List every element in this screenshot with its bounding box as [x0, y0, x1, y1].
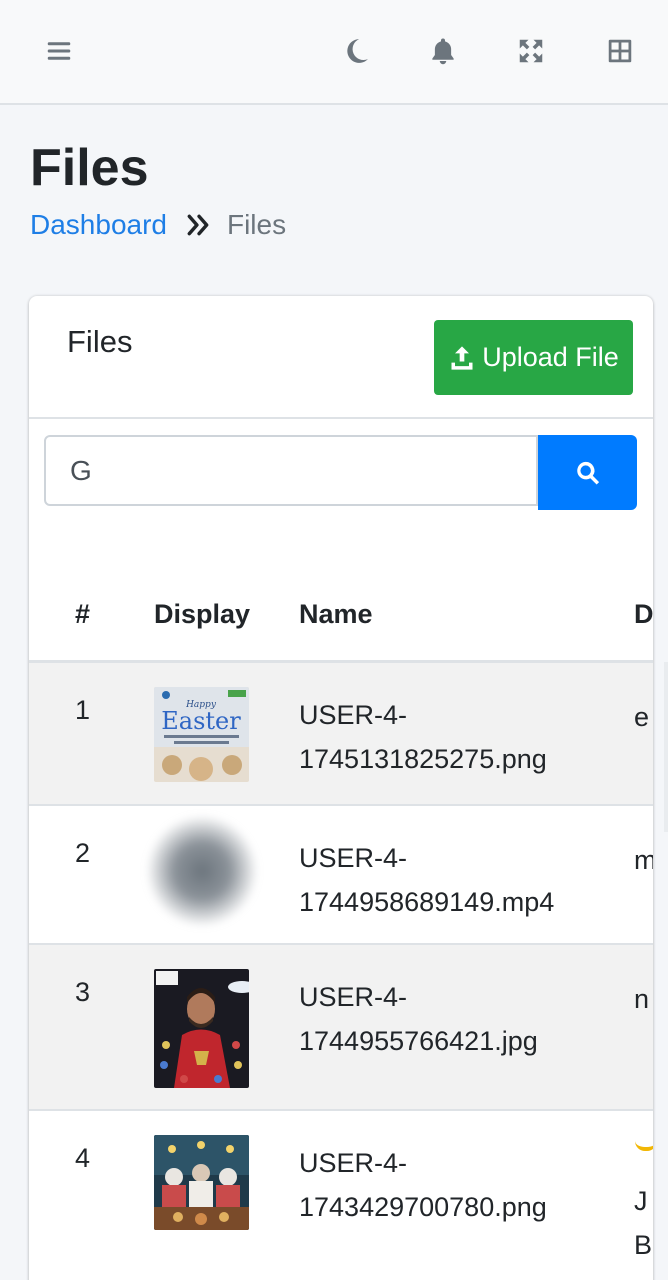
thumbnail-image[interactable] [154, 969, 249, 1088]
row-description: n [634, 984, 650, 1014]
thumbnail-image[interactable]: Happy Easter [154, 687, 249, 782]
search-icon [576, 461, 599, 485]
fullscreen-icon[interactable] [514, 34, 548, 68]
table-row[interactable]: 2 USER-4- 1744958689149.mp4 m [29, 806, 653, 945]
file-name[interactable]: USER-4- 1744955766421.jpg [299, 975, 538, 1063]
files-table: # Display Name D 1 Happy Easter USER-4- … [29, 566, 653, 1280]
double-chevron-right-icon [185, 212, 211, 238]
file-name[interactable]: USER-4- 1745131825275.png [299, 693, 547, 781]
breadcrumb-current: Files [226, 209, 287, 240]
column-header-display: Display [154, 599, 251, 629]
card-title: Files [67, 324, 133, 359]
upload-icon [451, 345, 473, 370]
easter-line2-text: Easter [161, 707, 241, 735]
grid-icon[interactable] [603, 34, 637, 68]
moon-icon[interactable] [339, 34, 373, 68]
files-card: Files Upload File G # Display Name D 1 H… [29, 296, 653, 1280]
column-header-description: D [634, 599, 653, 629]
bell-icon[interactable] [426, 34, 460, 68]
description-line1: J [634, 1186, 648, 1216]
row-number: 4 [75, 1143, 91, 1173]
file-name-id: 1744955766421.jpg [299, 1026, 538, 1056]
file-name-id: 1744958689149.mp4 [299, 887, 555, 917]
emoji-icon [635, 1141, 653, 1151]
row-number: 2 [75, 838, 91, 868]
file-name[interactable]: USER-4- 1743429700780.png [299, 1141, 547, 1229]
file-name-prefix: USER-4- [299, 1148, 408, 1178]
file-name-prefix: USER-4- [299, 700, 408, 730]
file-name-prefix: USER-4- [299, 982, 408, 1012]
card-header: Files Upload File [29, 296, 653, 419]
horizontal-scroll-indicator[interactable] [664, 662, 668, 832]
breadcrumb-dashboard-link[interactable]: Dashboard [30, 209, 167, 241]
file-name-id: 1745131825275.png [299, 744, 547, 774]
top-navbar [0, 0, 668, 105]
row-description: e [634, 702, 650, 732]
upload-file-button[interactable]: Upload File [434, 320, 633, 395]
table-row[interactable]: 1 Happy Easter USER-4- 1745131825275.png… [29, 663, 653, 806]
description-line2: B [634, 1230, 653, 1260]
thumbnail-image[interactable] [154, 1135, 249, 1230]
row-description: m [634, 845, 653, 875]
breadcrumb: Dashboard Files [30, 207, 286, 243]
column-header-number: # [75, 599, 91, 629]
search-button[interactable] [538, 435, 637, 510]
menu-icon[interactable] [42, 34, 76, 68]
page-title: Files [30, 139, 149, 197]
file-name[interactable]: USER-4- 1744958689149.mp4 [299, 836, 554, 924]
table-row[interactable]: 4 USER-4- 1743429700780.png J B [29, 1111, 653, 1280]
upload-file-label: Upload File [482, 342, 619, 372]
row-description: J B [634, 1179, 652, 1267]
table-row[interactable]: 3 USER-4- 1744955766421.jpg n [29, 945, 653, 1111]
search-input-value: G [70, 454, 92, 486]
column-header-name: Name [299, 599, 373, 629]
search-input[interactable]: G [44, 435, 538, 506]
row-number: 3 [75, 977, 91, 1007]
file-name-prefix: USER-4- [299, 843, 408, 873]
row-number: 1 [75, 695, 91, 725]
file-name-id: 1743429700780.png [299, 1192, 547, 1222]
table-header: # Display Name D [29, 566, 653, 663]
video-thumbnail[interactable] [147, 816, 257, 926]
